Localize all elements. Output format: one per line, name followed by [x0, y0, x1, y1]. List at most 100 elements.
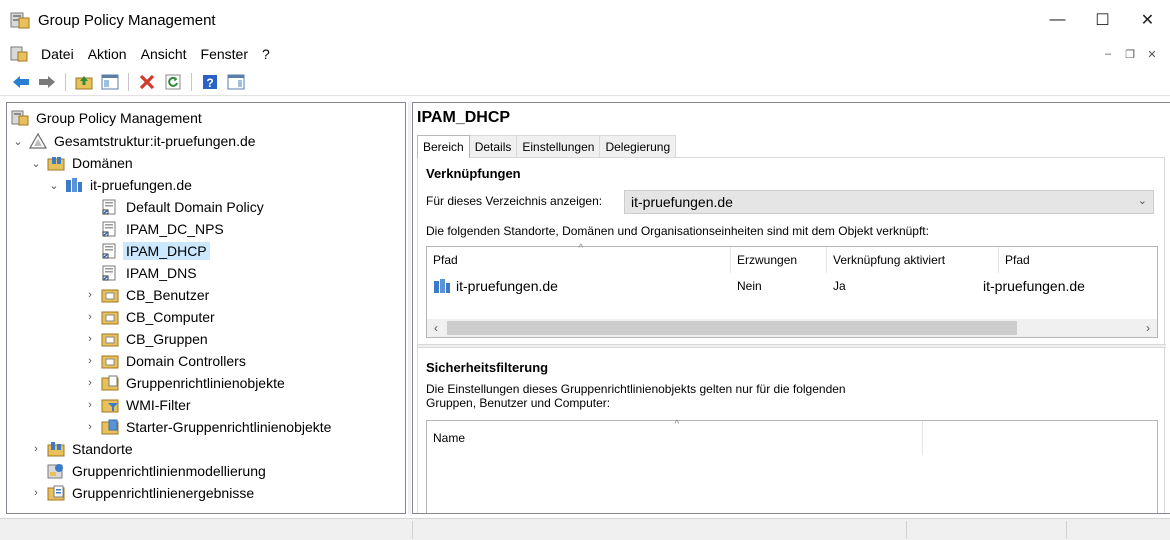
status-bar-divider — [906, 521, 907, 539]
directory-select[interactable]: it-pruefungen.de ⌄ — [624, 190, 1154, 214]
refresh-button[interactable] — [162, 71, 184, 93]
tree-item-label: it-pruefungen.de — [90, 177, 192, 193]
close-button[interactable]: ✕ — [1125, 0, 1170, 40]
menu-datei[interactable]: Datei — [34, 46, 81, 62]
show-hide-tree-button[interactable] — [99, 71, 121, 93]
tree-item-ou[interactable]: › CB_Computer — [83, 306, 217, 328]
title-bar: Group Policy Management — ☐ ✕ — [0, 0, 1170, 40]
tree-item-domain[interactable]: ⌄ it-pruefungen.de — [47, 174, 194, 196]
help-icon: ? — [203, 74, 217, 90]
chevron-right-icon[interactable]: › — [83, 398, 97, 412]
tree-item-starter-gpo[interactable]: › Starter-Gruppenrichtlinienobjekte — [83, 416, 333, 438]
links-horizontal-scrollbar[interactable]: ‹ › — [427, 319, 1157, 337]
table-row[interactable]: it-pruefungen.de Nein Ja it-pruefungen.d… — [427, 275, 1157, 297]
mdi-close-button[interactable]: ✕ — [1142, 46, 1162, 62]
chevron-right-icon[interactable]: › — [83, 420, 97, 434]
help-button[interactable]: ? — [199, 71, 221, 93]
cell-enforced: Nein — [737, 279, 762, 293]
cell-name: it-pruefungen.de — [427, 278, 731, 294]
chevron-down-icon[interactable]: ⌄ — [29, 156, 43, 170]
tree-item-ou[interactable]: › Domain Controllers — [83, 350, 248, 372]
tree-item-gpo-container[interactable]: › Gruppenrichtlinienobjekte — [83, 372, 287, 394]
console-tree: Group Policy Management ⌄ Gesamtstruktur… — [6, 102, 406, 514]
modeling-icon — [47, 464, 63, 479]
tree-item-results[interactable]: › Gruppenrichtlinienergebnisse — [29, 482, 256, 504]
minimize-button[interactable]: — — [1035, 0, 1080, 40]
sites-icon — [47, 442, 65, 457]
scroll-right-arrow-icon[interactable]: › — [1139, 319, 1157, 337]
tree-item-wmi-filter[interactable]: › WMI-Filter — [83, 394, 193, 416]
tree-item-ou[interactable]: › CB_Gruppen — [83, 328, 210, 350]
ou-folder-icon — [101, 289, 119, 303]
chevron-right-icon[interactable]: › — [83, 332, 97, 346]
tab-bereich[interactable]: Bereich — [417, 135, 470, 158]
maximize-button[interactable]: ☐ — [1080, 0, 1125, 40]
wmi-filter-icon — [101, 399, 119, 413]
chevron-right-icon[interactable]: › — [83, 354, 97, 368]
chevron-down-icon[interactable]: ⌄ — [11, 134, 25, 148]
security-filter-description-line2: Gruppen, Benutzer und Computer: — [426, 396, 611, 410]
section-splitter[interactable] — [418, 344, 1166, 348]
column-header-label: Name — [433, 431, 466, 445]
chevron-right-icon[interactable]: › — [83, 288, 97, 302]
status-bar — [0, 518, 1170, 540]
tree-item-ou[interactable]: › CB_Benutzer — [83, 284, 211, 306]
show-for-directory-label: Für dieses Verzeichnis anzeigen: — [426, 194, 603, 208]
results-icon — [47, 485, 65, 501]
mdi-window-icon[interactable] — [10, 46, 28, 62]
links-list: Pfad ^ Erzwungen Verknüpfung aktiviert P… — [426, 243, 1158, 338]
up-level-button[interactable] — [73, 71, 95, 93]
security-list-header: Name ^ — [427, 419, 1157, 455]
forward-button[interactable] — [36, 71, 58, 93]
tree-item-label: CB_Benutzer — [126, 287, 210, 303]
scrollbar-thumb[interactable] — [447, 321, 1017, 335]
column-header-verknuepfung-aktiviert[interactable]: Verknüpfung aktiviert — [827, 247, 999, 273]
tree-item-gpo-link-selected[interactable]: IPAM_DHCP — [101, 240, 210, 262]
column-header-pfad-2[interactable]: Pfad — [999, 247, 1157, 273]
tree-item-label: Gesamtstruktur:it-pruefungen.de — [54, 133, 256, 149]
window-title: Group Policy Management — [38, 11, 216, 29]
chevron-down-icon[interactable]: ⌄ — [47, 178, 61, 192]
chevron-right-icon[interactable]: › — [29, 486, 43, 500]
tree-item-root[interactable]: Group Policy Management — [11, 107, 204, 129]
window-controls: — ☐ ✕ — [1035, 0, 1170, 40]
column-header-erzwungen[interactable]: Erzwungen — [731, 247, 827, 273]
tree-item-label: Gruppenrichtlinienmodellierung — [72, 463, 266, 479]
mdi-restore-button[interactable]: ❐ — [1120, 46, 1140, 62]
mdi-controls: – ❐ ✕ — [1098, 46, 1162, 62]
tree-item-sites[interactable]: › Standorte — [29, 438, 135, 460]
tree-item-label: CB_Gruppen — [126, 331, 208, 347]
pane-splitter[interactable] — [408, 102, 411, 514]
domain-icon — [66, 178, 82, 192]
status-bar-divider — [412, 521, 413, 539]
details-pane: IPAM_DHCP Bereich Details Einstellungen … — [412, 102, 1170, 514]
chevron-right-icon[interactable]: › — [29, 442, 43, 456]
delete-button[interactable] — [136, 71, 158, 93]
tree-item-label: Standorte — [72, 441, 133, 457]
column-header-name[interactable]: Name ^ — [427, 419, 923, 455]
mdi-minimize-button[interactable]: – — [1098, 46, 1118, 62]
tree-item-gpo-link[interactable]: IPAM_DC_NPS — [101, 218, 226, 240]
tree-item-gpo-link[interactable]: Default Domain Policy — [101, 196, 266, 218]
tree-item-modeling[interactable]: Gruppenrichtlinienmodellierung — [47, 460, 268, 482]
tab-details[interactable]: Details — [468, 135, 518, 157]
scroll-left-arrow-icon[interactable]: ‹ — [427, 319, 445, 337]
tree-item-gpo-link[interactable]: IPAM_DNS — [101, 262, 199, 284]
menu-ansicht[interactable]: Ansicht — [134, 46, 194, 62]
column-header-pfad[interactable]: Pfad ^ — [427, 243, 731, 273]
back-button[interactable] — [10, 71, 32, 93]
menu-help[interactable]: ? — [255, 46, 277, 62]
tab-delegierung[interactable]: Delegierung — [599, 135, 677, 157]
chevron-right-icon[interactable]: › — [83, 310, 97, 324]
menu-fenster[interactable]: Fenster — [194, 46, 255, 62]
domains-folder-icon — [47, 157, 65, 171]
menu-aktion[interactable]: Aktion — [81, 46, 134, 62]
tree-item-forest[interactable]: ⌄ Gesamtstruktur:it-pruefungen.de — [11, 130, 258, 152]
action-pane-button[interactable] — [225, 71, 247, 93]
links-description: Die folgenden Standorte, Domänen und Org… — [426, 224, 929, 238]
tree-item-domains[interactable]: ⌄ Domänen — [29, 152, 135, 174]
chevron-right-icon[interactable]: › — [83, 376, 97, 390]
tab-einstellungen[interactable]: Einstellungen — [516, 135, 601, 157]
forward-arrow-icon — [39, 75, 55, 88]
menu-bar: Datei Aktion Ansicht Fenster ? – ❐ ✕ — [0, 40, 1170, 68]
